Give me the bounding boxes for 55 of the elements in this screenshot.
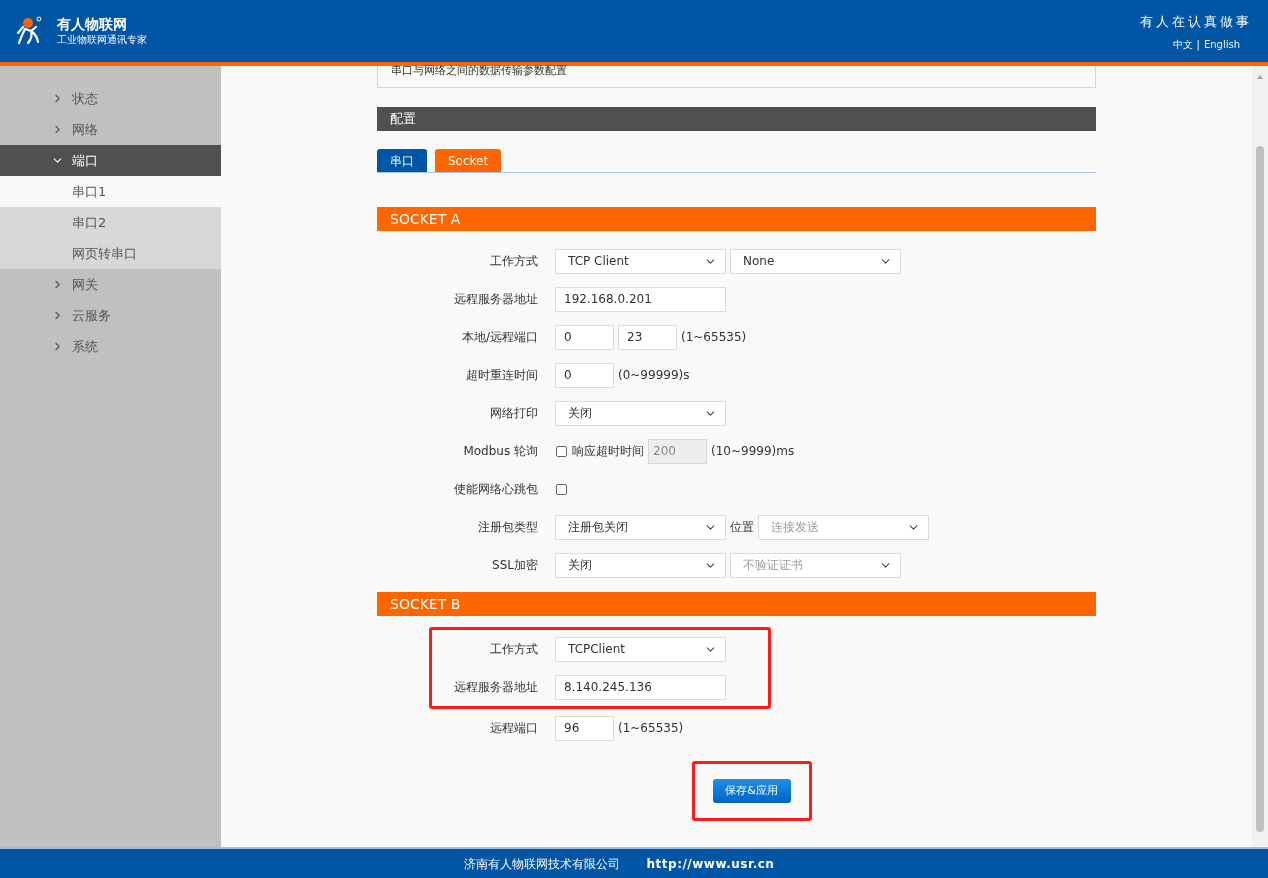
section-header: SOCKET A [377,207,1096,231]
dropdown[interactable]: TCP Client [555,248,726,274]
input-field[interactable]: 23 [618,324,677,350]
section-header: SOCKET B [377,592,1096,616]
checkbox[interactable] [556,445,567,457]
field-hint: (1~65535) [618,720,684,737]
language-link[interactable]: English [1203,37,1240,53]
input-field[interactable]: 96 [555,715,614,741]
field-label: 注册包类型 [478,519,538,536]
field-hint: (0~99999)s [618,367,690,384]
field-label: 使能网络心跳包 [454,481,538,498]
slogan: 有人在认真做事 [1140,12,1252,31]
sidebar-item[interactable]: 网关 [0,269,221,300]
save-apply-button[interactable]: 保存&应用 [712,779,791,803]
field-label: 远程端口 [490,720,538,737]
input-field[interactable]: 192.168.0.201 [555,286,726,312]
description-box: 串口与网络之间的数据传输参数配置 [377,66,1096,88]
dropdown[interactable]: None [730,248,901,274]
dropdown[interactable]: 关闭 [555,400,726,426]
sidebar-item[interactable]: 端口 [0,145,221,176]
field-label: 网络打印 [490,405,538,422]
sidebar-item[interactable]: 状态 [0,83,221,114]
brand-tagline: 工业物联网通讯专家 [57,34,147,46]
separator-text: | [1196,38,1200,53]
field-hint: (1~65535) [681,329,747,346]
language-link[interactable]: 中文 [1172,37,1193,53]
field-label: 远程服务器地址 [454,291,538,308]
checkbox[interactable] [556,483,567,495]
website-link[interactable]: http://www.usr.cn [646,854,775,873]
field-label: 远程服务器地址 [454,679,538,696]
input-field[interactable]: 8.140.245.136 [555,674,726,700]
dropdown[interactable]: 关闭 [555,552,726,578]
field-label: 超时重连时间 [466,367,538,384]
dropdown[interactable]: TCPClient [555,636,726,662]
field-hint: (10~9999)ms [711,443,795,460]
field-label: 工作方式 [490,641,538,658]
sidebar-subitem[interactable]: 串口1 [0,176,221,207]
sidebar-subitem[interactable]: 串口2 [0,207,221,238]
config-header: 配置 [377,107,1096,131]
tab[interactable]: 串口 [377,149,427,172]
field-hint: 位置 [730,519,754,536]
field-label: 工作方式 [490,253,538,270]
field-label: Modbus 轮询 [463,443,538,460]
field-hint: 响应超时时间 [572,443,644,460]
company-name: 济南有人物联网技术有限公司 [463,855,620,873]
sidebar-item[interactable]: 云服务 [0,300,221,331]
sidebar-item[interactable]: 网络 [0,114,221,145]
field-label: 本地/远程端口 [461,329,538,346]
brand-name: 有人物联网 [57,16,128,32]
input-field[interactable]: 0 [555,324,614,350]
dropdown[interactable]: 注册包关闭 [555,514,726,540]
sidebar-item[interactable]: 系统 [0,331,221,362]
field-label: SSL加密 [492,557,538,574]
sidebar-subitem[interactable]: 网页转串口 [0,238,221,269]
input-field[interactable]: 0 [555,362,614,388]
